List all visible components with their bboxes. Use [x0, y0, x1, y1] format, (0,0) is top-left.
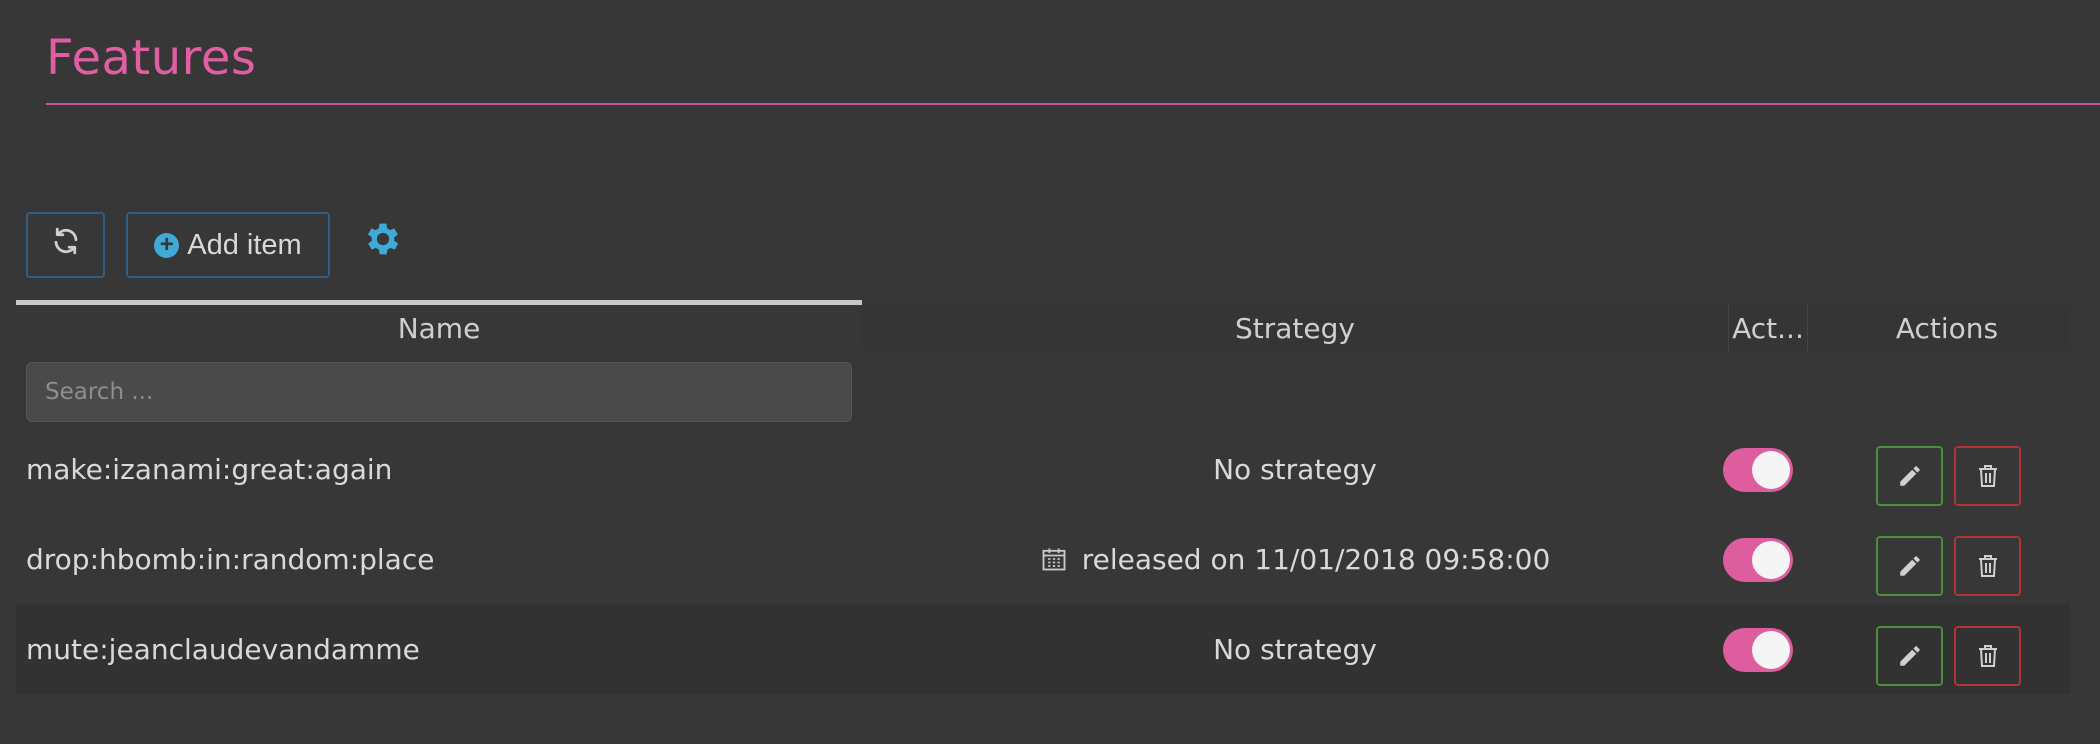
active-toggle[interactable] [1723, 538, 1793, 582]
strategy-label: released on 11/01/2018 09:58:00 [1081, 542, 1551, 576]
plus-circle-icon: + [154, 232, 180, 258]
table-row: drop:hbomb:in:random:place released on 1… [16, 514, 2070, 604]
feature-strategy: released on 11/01/2018 09:58:00 [862, 514, 1728, 604]
pencil-icon [1897, 463, 1923, 489]
feature-name: mute:jeanclaudevandamme [26, 632, 420, 666]
add-item-button[interactable]: + Add item [126, 212, 330, 278]
edit-button[interactable] [1876, 626, 1943, 686]
delete-button[interactable] [1954, 446, 2021, 506]
page-title: Features [46, 30, 257, 86]
pencil-icon [1897, 553, 1923, 579]
active-toggle[interactable] [1723, 448, 1793, 492]
feature-name: make:izanami:great:again [26, 452, 393, 486]
toggle-knob [1752, 541, 1790, 579]
table-row: make:izanami:great:again No strategy [16, 424, 2070, 514]
edit-button[interactable] [1876, 536, 1943, 596]
delete-button[interactable] [1954, 626, 2021, 686]
feature-strategy: No strategy [862, 604, 1728, 694]
refresh-icon [51, 226, 81, 264]
gear-icon[interactable] [362, 218, 404, 260]
search-input[interactable] [26, 362, 852, 422]
trash-icon [1976, 463, 2000, 489]
column-header-strategy[interactable]: Strategy [862, 305, 1728, 351]
strategy-label: No strategy [1213, 452, 1377, 486]
refresh-button[interactable] [26, 212, 105, 278]
feature-strategy: No strategy [862, 424, 1728, 514]
title-divider [46, 103, 2100, 105]
toggle-knob [1752, 451, 1790, 489]
column-header-name[interactable]: Name [16, 305, 862, 351]
toggle-knob [1752, 631, 1790, 669]
table-row: mute:jeanclaudevandamme No strategy [16, 604, 2070, 694]
active-toggle[interactable] [1723, 628, 1793, 672]
edit-button[interactable] [1876, 446, 1943, 506]
column-header-active[interactable]: Act... [1728, 305, 1808, 351]
delete-button[interactable] [1954, 536, 2021, 596]
add-item-label: Add item [187, 228, 302, 261]
pencil-icon [1897, 643, 1923, 669]
trash-icon [1976, 553, 2000, 579]
feature-name: drop:hbomb:in:random:place [26, 542, 435, 576]
features-page: Features + Add item Name Strategy Act...… [0, 0, 2100, 744]
calendar-icon [1040, 545, 1068, 573]
trash-icon [1976, 643, 2000, 669]
strategy-label: No strategy [1213, 632, 1377, 666]
column-header-actions: Actions [1895, 311, 1999, 345]
table-header: Name Strategy Act... Actions [16, 305, 2070, 351]
